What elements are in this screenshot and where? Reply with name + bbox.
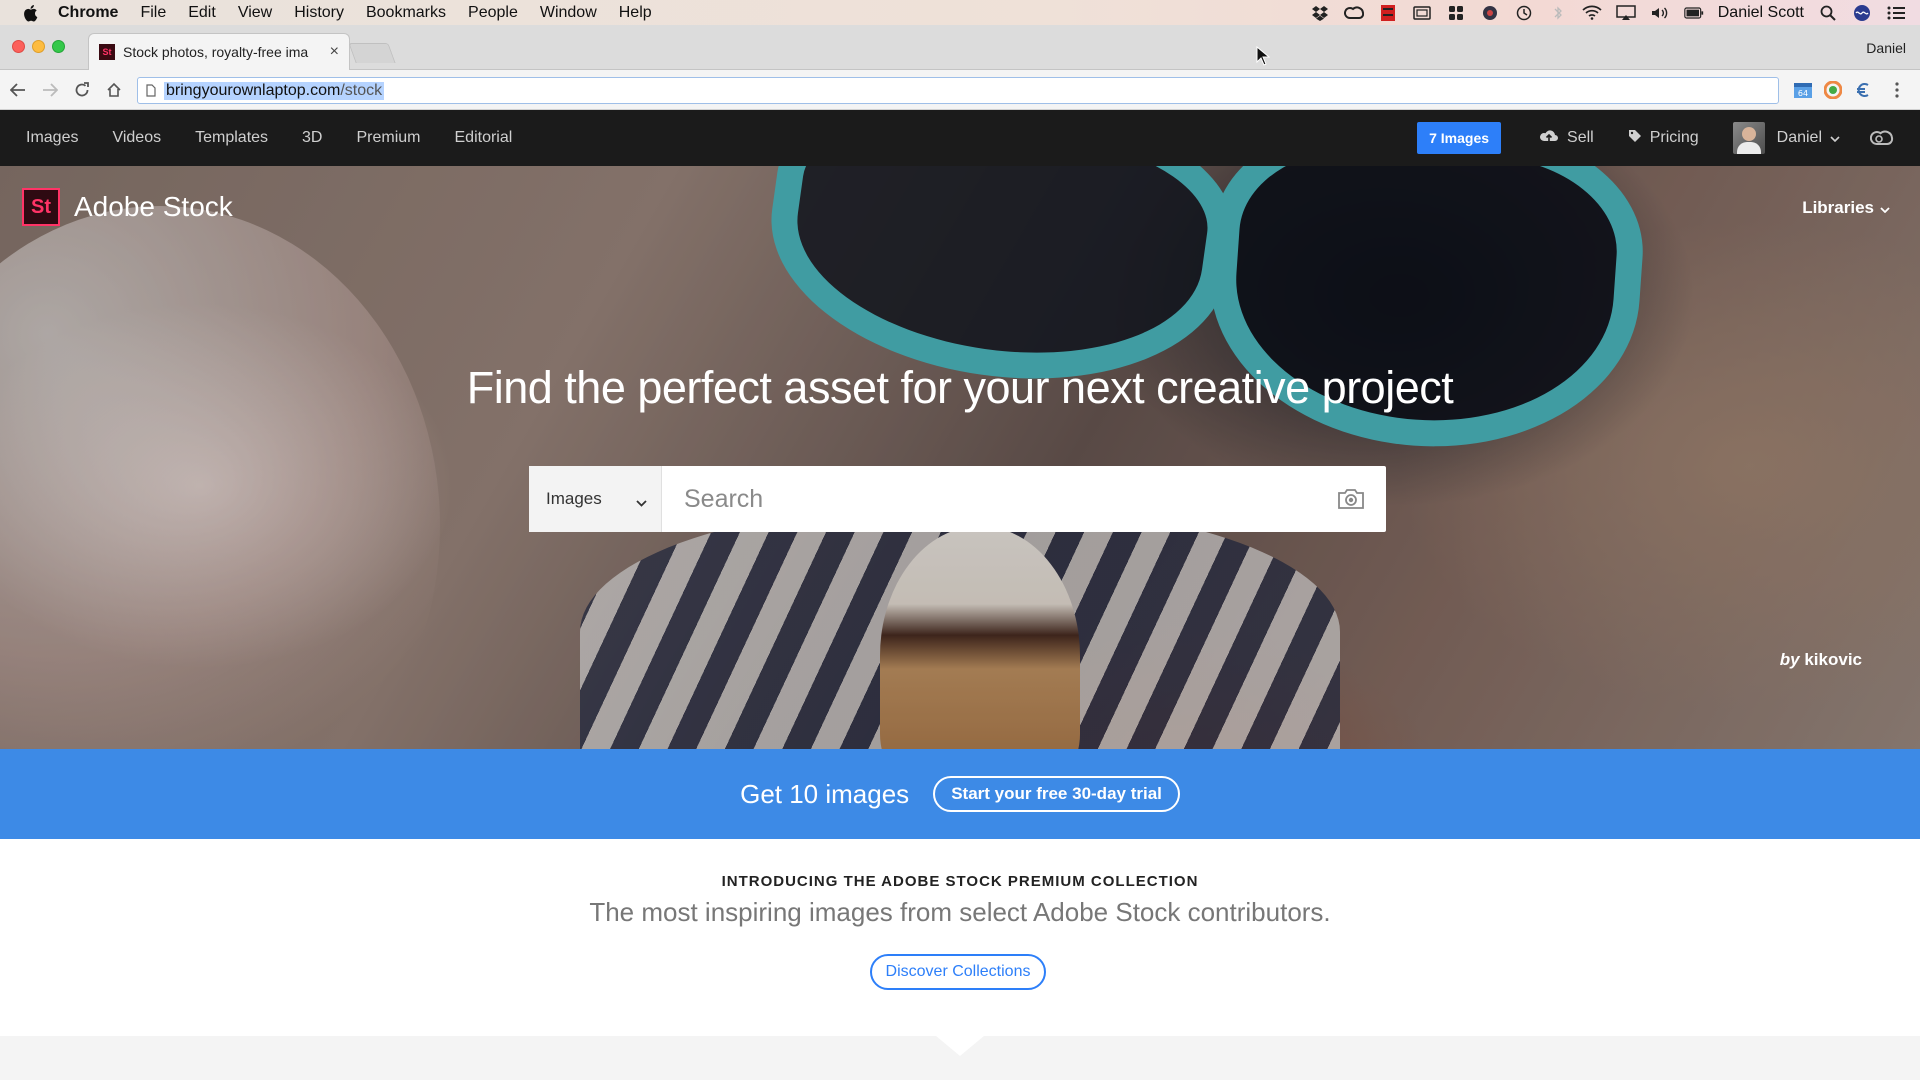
address-url[interactable]: bringyourownlaptop.com/stock — [164, 81, 385, 100]
menu-window[interactable]: Window — [540, 4, 597, 22]
chevron-down-icon — [1880, 198, 1890, 218]
menu-app-chrome[interactable]: Chrome — [58, 4, 118, 22]
menu-help[interactable]: Help — [619, 4, 652, 22]
grid-app-icon[interactable] — [1446, 5, 1466, 21]
nav-templates[interactable]: Templates — [195, 129, 268, 147]
status-tray: Daniel Scott — [1310, 0, 1906, 25]
cloud-app-icon[interactable] — [1480, 5, 1500, 21]
siri-icon[interactable] — [1852, 4, 1872, 21]
tab-title: Stock photos, royalty-free ima — [123, 44, 309, 60]
bluetooth-icon[interactable] — [1548, 5, 1568, 21]
back-arrow-icon[interactable] — [8, 80, 28, 100]
cart-images-button[interactable]: 7 Images — [1417, 122, 1502, 154]
new-tab-button[interactable] — [348, 43, 396, 63]
red-app-icon[interactable] — [1378, 4, 1398, 21]
tab-favicon: St — [99, 44, 115, 60]
notification-center-icon[interactable] — [1886, 5, 1906, 21]
premium-subtitle: The most inspiring images from select Ad… — [589, 897, 1331, 927]
credit-author: kikovic — [1804, 650, 1862, 669]
hero-overlay — [0, 166, 1920, 749]
chrome-menu-icon[interactable] — [1886, 80, 1908, 100]
nav-images[interactable]: Images — [26, 129, 78, 147]
credit-by: by — [1779, 650, 1800, 669]
upload-cloud-icon — [1539, 128, 1559, 149]
premium-collection-section: INTRODUCING THE ADOBE STOCK PREMIUM COLL… — [0, 839, 1920, 1036]
image-credit[interactable]: by kikovic — [1780, 650, 1862, 670]
forward-arrow-icon[interactable] — [40, 80, 60, 100]
browser-tab-active[interactable]: St Stock photos, royalty-free ima × — [88, 33, 350, 70]
creative-cloud-icon[interactable] — [1343, 5, 1364, 21]
browser-profile-button[interactable]: Daniel — [1866, 40, 1906, 56]
premium-eyebrow: INTRODUCING THE ADOBE STOCK PREMIUM COLL… — [721, 873, 1199, 890]
screen-mirroring-icon[interactable] — [1615, 4, 1636, 21]
menu-file[interactable]: File — [140, 4, 166, 22]
reload-icon[interactable] — [72, 80, 92, 100]
libraries-label: Libraries — [1802, 198, 1874, 217]
menu-bookmarks[interactable]: Bookmarks — [366, 4, 446, 22]
svg-text:64: 64 — [1798, 89, 1808, 98]
address-bar[interactable]: bringyourownlaptop.com/stock — [137, 77, 1779, 104]
pricing-label: Pricing — [1649, 129, 1699, 146]
user-menu-label: Daniel — [1776, 129, 1822, 146]
asset-type-value: Images — [546, 489, 602, 508]
trial-promo-band: Get 10 images Start your free 30-day tri… — [0, 749, 1920, 839]
promo-text: Get 10 images — [740, 778, 910, 809]
wifi-icon[interactable] — [1582, 5, 1602, 21]
sell-label: Sell — [1567, 129, 1594, 146]
macos-menu-bar: Chrome File Edit View History Bookmarks … — [0, 0, 1920, 25]
battery-icon[interactable] — [1683, 5, 1704, 21]
pricing-link[interactable]: Pricing — [1628, 129, 1699, 148]
libraries-dropdown[interactable]: Libraries — [1802, 198, 1890, 218]
sell-link[interactable]: Sell — [1539, 128, 1594, 149]
home-icon[interactable] — [104, 80, 124, 100]
menu-people[interactable]: People — [468, 4, 518, 22]
brand-name: Adobe Stock — [74, 191, 233, 222]
stock-nav-right: 7 Images Sell Pricing Daniel — [1417, 110, 1920, 166]
browser-tab-strip: St Stock photos, royalty-free ima × Dani… — [0, 25, 1920, 70]
section-notch — [936, 1036, 984, 1056]
menu-history[interactable]: History — [294, 4, 344, 22]
start-free-trial-button[interactable]: Start your free 30-day trial — [933, 776, 1180, 812]
nav-3d[interactable]: 3D — [302, 129, 322, 147]
stock-logo-mark: St — [22, 188, 60, 226]
volume-icon[interactable] — [1650, 5, 1670, 21]
search-bar: Images — [529, 466, 1386, 532]
window-close-button[interactable] — [12, 40, 25, 53]
apple-menu-icon[interactable] — [22, 4, 42, 22]
browser-toolbar: bringyourownlaptop.com/stock 64 — [0, 70, 1920, 110]
menu-view[interactable]: View — [238, 4, 272, 22]
search-input[interactable] — [662, 466, 1316, 532]
menubar-user-name[interactable]: Daniel Scott — [1718, 4, 1804, 22]
mouse-pointer-icon — [1256, 45, 1271, 71]
hero-banner: St Adobe Stock Libraries Find the perfec… — [0, 166, 1920, 749]
time-machine-icon[interactable] — [1514, 5, 1534, 21]
nav-editorial[interactable]: Editorial — [455, 129, 513, 147]
next-section-band — [0, 1036, 1920, 1080]
menu-edit[interactable]: Edit — [188, 4, 216, 22]
nav-premium[interactable]: Premium — [356, 129, 420, 147]
calendar-extension-icon[interactable]: 64 — [1792, 80, 1814, 100]
window-zoom-button[interactable] — [52, 40, 65, 53]
creative-cloud-icon[interactable] — [1870, 128, 1896, 148]
avatar — [1732, 122, 1765, 154]
hero-headline: Find the perfect asset for your next cre… — [466, 362, 1454, 413]
spotlight-icon[interactable] — [1818, 5, 1838, 21]
window-minimize-button[interactable] — [32, 40, 45, 53]
page-info-icon[interactable] — [146, 84, 156, 97]
discover-collections-button[interactable]: Discover Collections — [870, 954, 1046, 990]
tab-close-icon[interactable]: × — [330, 43, 339, 61]
user-menu[interactable]: Daniel — [1732, 122, 1840, 154]
nav-videos[interactable]: Videos — [112, 129, 161, 147]
chevron-down-icon — [636, 492, 647, 512]
airplay-display-icon[interactable] — [1412, 5, 1432, 21]
color-picker-extension-icon[interactable] — [1822, 80, 1844, 100]
adobe-stock-logo[interactable]: St Adobe Stock — [22, 188, 233, 226]
euro-extension-icon[interactable] — [1852, 80, 1874, 100]
price-tag-icon — [1628, 129, 1642, 148]
chevron-down-icon — [1830, 129, 1840, 147]
dropbox-icon[interactable] — [1310, 5, 1330, 21]
stock-top-nav: Images Videos Templates 3D Premium Edito… — [0, 110, 1920, 166]
asset-type-select[interactable]: Images — [529, 466, 662, 532]
visual-search-camera-icon[interactable] — [1316, 466, 1386, 532]
